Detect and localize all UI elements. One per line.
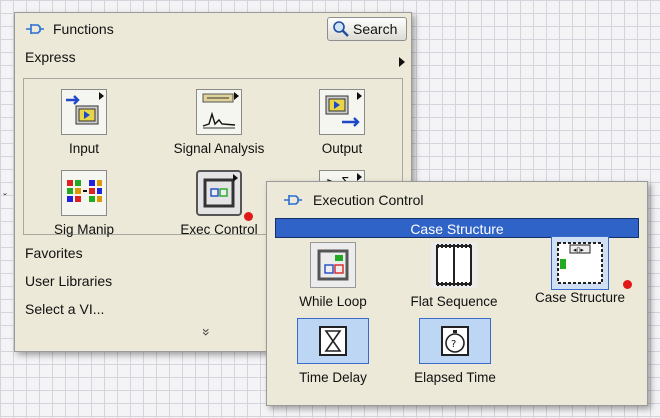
elapsed-time-icon: ? <box>419 318 491 364</box>
category-select-vi[interactable]: Select a VI... <box>25 301 104 317</box>
express-submenu-arrow-icon <box>399 57 405 67</box>
while-loop-icon <box>310 242 356 288</box>
search-button[interactable]: Search <box>327 17 407 41</box>
flat-sequence-icon <box>431 242 477 288</box>
pushpin-icon[interactable] <box>283 193 303 207</box>
svg-text:?: ? <box>451 339 456 350</box>
palette-item-input[interactable]: Input <box>52 89 116 156</box>
pushpin-icon[interactable] <box>25 22 45 36</box>
input-label: Input <box>68 141 100 156</box>
search-label: Search <box>353 21 398 37</box>
svg-text:◂▯▸: ◂▯▸ <box>573 246 584 254</box>
palette-item-flat-sequence[interactable]: Flat Sequence <box>399 242 509 309</box>
time-delay-icon <box>297 318 369 364</box>
category-express[interactable]: Express <box>25 49 76 65</box>
time-delay-label: Time Delay <box>299 370 367 385</box>
palette-item-elapsed-time[interactable]: ? Elapsed Time <box>409 318 501 385</box>
exec-control-icon <box>196 170 242 216</box>
case-structure-icon: ◂▯▸ <box>551 236 609 290</box>
canvas-tick-mark: ˇ <box>3 191 7 205</box>
case-structure-red-dot <box>623 280 632 289</box>
palette-item-sig-manip[interactable]: Sig Manip <box>52 170 116 237</box>
palette-item-time-delay[interactable]: Time Delay <box>287 318 379 385</box>
expand-more-icon[interactable]: » <box>199 328 215 336</box>
functions-titlebar[interactable]: Functions Search <box>15 13 411 43</box>
palette-item-while-loop[interactable]: While Loop <box>287 242 379 309</box>
functions-title: Functions <box>53 21 114 37</box>
exec-control-label: Exec Control <box>180 222 258 237</box>
while-loop-label: While Loop <box>299 294 367 309</box>
output-label: Output <box>321 141 363 156</box>
palette-item-case-structure[interactable]: ◂▯▸ Case Structure <box>525 236 635 305</box>
case-structure-label: Case Structure <box>534 290 626 305</box>
exec-control-red-dot <box>244 212 253 221</box>
signal-analysis-icon <box>196 89 242 135</box>
output-icon <box>319 89 365 135</box>
search-icon <box>333 21 349 37</box>
palette-item-output[interactable]: Output <box>310 89 374 156</box>
palette-item-signal-analysis[interactable]: Signal Analysis <box>164 89 274 156</box>
palette-item-exec-control[interactable]: Exec Control <box>164 170 274 237</box>
sig-manip-icon <box>61 170 107 216</box>
sig-manip-label: Sig Manip <box>53 222 115 237</box>
execution-control-title: Execution Control <box>313 192 424 208</box>
selected-item-banner: Case Structure <box>275 218 639 238</box>
signal-analysis-label: Signal Analysis <box>173 141 265 156</box>
category-user-libraries[interactable]: User Libraries <box>25 273 112 289</box>
input-icon <box>61 89 107 135</box>
flat-sequence-label: Flat Sequence <box>410 294 498 309</box>
category-favorites[interactable]: Favorites <box>25 245 83 261</box>
elapsed-time-label: Elapsed Time <box>414 370 496 385</box>
execution-control-palette[interactable]: Execution Control Case Structure While L… <box>266 181 648 406</box>
